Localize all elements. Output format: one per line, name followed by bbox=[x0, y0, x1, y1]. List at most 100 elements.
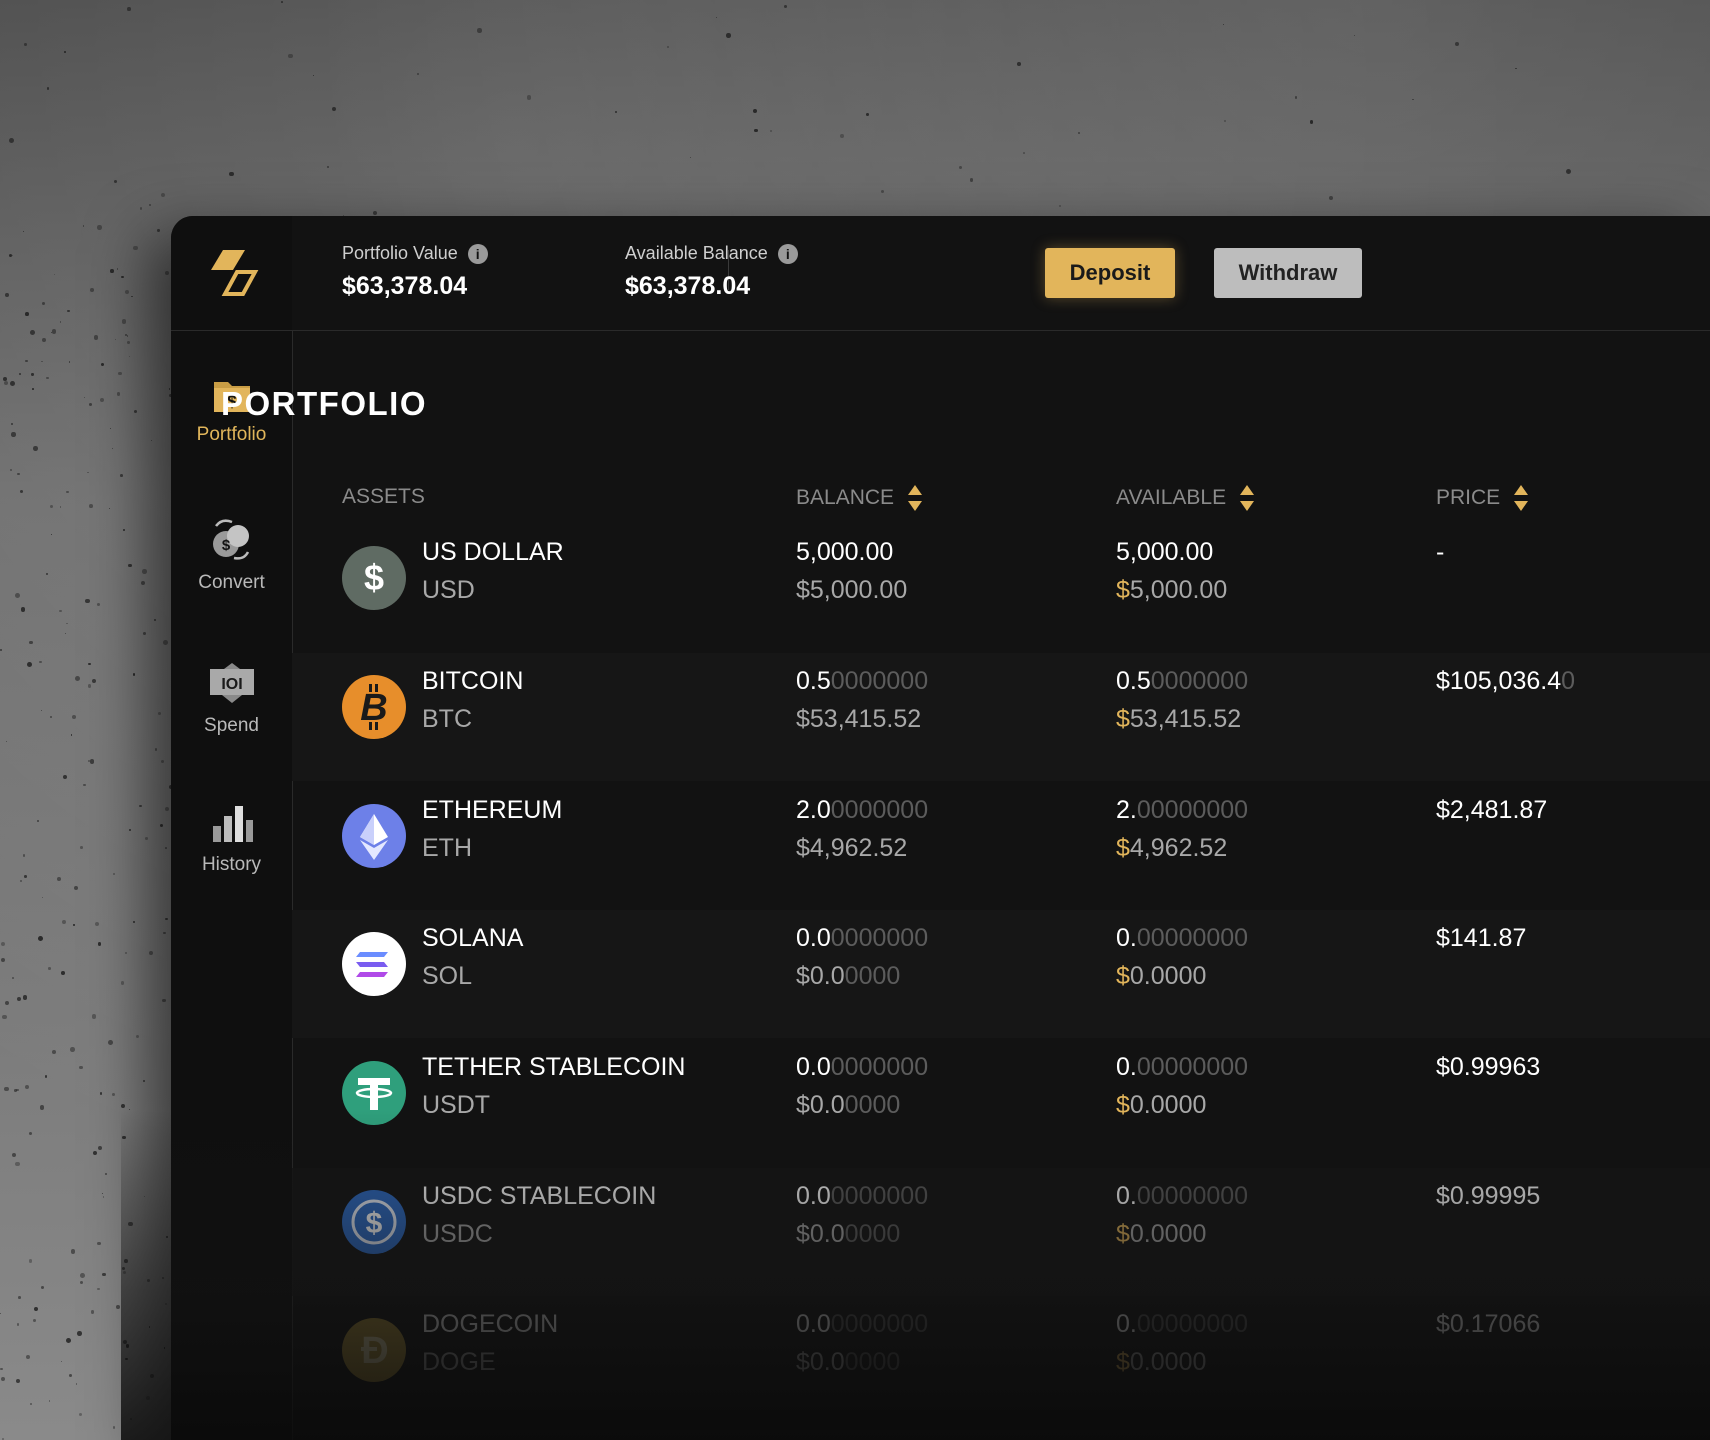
asset-icon: D bbox=[342, 1318, 406, 1382]
table-row[interactable]: $ USDC STABLECOIN USDC 0.00000000 $0.00000 0.… bbox=[292, 1168, 1710, 1296]
concrete-speck bbox=[146, 1395, 150, 1400]
concrete-speck bbox=[18, 372, 21, 375]
concrete-speck bbox=[33, 1318, 37, 1323]
usdc-icon: $ bbox=[342, 1190, 406, 1254]
concrete-speck bbox=[150, 1373, 155, 1378]
concrete-speck bbox=[145, 837, 148, 841]
concrete-speck bbox=[128, 828, 131, 832]
asset-name: US DOLLAR bbox=[422, 538, 564, 566]
concrete-speck bbox=[120, 1103, 126, 1109]
available-usd: $53,415.52 bbox=[1116, 705, 1241, 734]
concrete-speck bbox=[42, 301, 46, 305]
concrete-speck bbox=[121, 1135, 126, 1140]
column-header-assets[interactable]: ASSETS bbox=[342, 485, 425, 509]
balance-amount: 0.00000000 bbox=[796, 1053, 928, 1082]
concrete-speck bbox=[78, 1412, 82, 1416]
table-row[interactable]: B BITCOIN BTC 0.50000000 $53,415.52 0.5000000… bbox=[292, 653, 1710, 781]
balance-amount: 0.00000000 bbox=[796, 924, 928, 953]
concrete-speck bbox=[526, 95, 532, 100]
concrete-speck bbox=[109, 427, 112, 430]
price: $0.99995 bbox=[1436, 1182, 1540, 1211]
concrete-speck bbox=[1022, 152, 1025, 154]
balance-amount-main: 0.5 bbox=[796, 667, 831, 695]
concrete-speck bbox=[102, 1272, 107, 1277]
balance-usd-trailing: 0000 bbox=[844, 1091, 901, 1119]
concrete-speck bbox=[6, 740, 8, 742]
balance-amount-trailing: 0000000 bbox=[830, 1182, 929, 1210]
concrete-speck bbox=[164, 271, 169, 276]
available-usd: $0.0000 bbox=[1116, 962, 1206, 991]
concrete-speck bbox=[2, 1014, 8, 1020]
concrete-speck bbox=[62, 774, 67, 779]
concrete-speck bbox=[163, 931, 166, 935]
concrete-speck bbox=[1412, 98, 1414, 101]
concrete-speck bbox=[83, 396, 86, 399]
concrete-speck bbox=[75, 1383, 78, 1386]
concrete-speck bbox=[108, 1040, 114, 1046]
balance-usd: $5,000.00 bbox=[796, 576, 907, 605]
column-header-available[interactable]: AVAILABLE bbox=[1116, 485, 1255, 511]
concrete-speck bbox=[165, 917, 168, 920]
concrete-speck bbox=[108, 508, 111, 510]
concrete-speck bbox=[1353, 35, 1355, 37]
concrete-speck bbox=[30, 1403, 32, 1405]
concrete-speck bbox=[148, 950, 153, 955]
available-amount-trailing: 0000000 bbox=[1150, 667, 1249, 695]
concrete-speck bbox=[141, 569, 147, 574]
concrete-speck bbox=[11, 1153, 16, 1158]
logo bbox=[171, 216, 292, 331]
sort-icon[interactable] bbox=[1240, 485, 1255, 511]
concrete-speck bbox=[73, 924, 75, 926]
concrete-speck bbox=[41, 360, 44, 363]
sidebar-item-history[interactable]: History bbox=[171, 804, 292, 876]
available-usd-main: $0.0000 bbox=[1116, 1348, 1206, 1376]
deposit-button[interactable]: Deposit bbox=[1045, 248, 1175, 298]
concrete-speck bbox=[99, 1092, 102, 1095]
concrete-speck bbox=[163, 639, 169, 645]
concrete-speck bbox=[96, 602, 100, 606]
concrete-speck bbox=[132, 673, 136, 677]
available-amount-trailing: 00000000 bbox=[1136, 924, 1249, 952]
price-main: $2,481.87 bbox=[1436, 796, 1548, 824]
concrete-speck bbox=[123, 1270, 127, 1274]
concrete-speck bbox=[29, 329, 35, 335]
concrete-speck bbox=[70, 734, 73, 736]
concrete-speck bbox=[112, 1426, 116, 1429]
table-row[interactable]: SOLANA SOL 0.00000000 $0.00000 0.00000000 $0.… bbox=[292, 910, 1710, 1038]
concrete-speck bbox=[312, 74, 314, 77]
concrete-speck bbox=[64, 51, 67, 53]
concrete-speck bbox=[22, 995, 27, 1000]
column-header-price[interactable]: PRICE bbox=[1436, 485, 1529, 511]
concrete-speck bbox=[11, 432, 16, 437]
table-row[interactable]: $ US DOLLAR USD 5,000.00 $5,000.00 5,000.00 $5… bbox=[292, 524, 1710, 652]
table-row[interactable]: DDOGECOINDOGE0.00000000$0.000000.0000000… bbox=[292, 1296, 1710, 1424]
concrete-speck bbox=[12, 254, 14, 257]
asset-symbol: DOGE bbox=[422, 1348, 496, 1376]
balance-amount: 5,000.00 bbox=[796, 538, 893, 567]
concrete-speck bbox=[865, 113, 869, 116]
currency-symbol: $ bbox=[1116, 1220, 1130, 1248]
balance-usd: $0.00000 bbox=[796, 1091, 900, 1120]
info-icon[interactable]: i bbox=[777, 243, 798, 264]
concrete-speck bbox=[143, 631, 147, 635]
concrete-speck bbox=[8, 138, 14, 143]
sidebar-item-spend[interactable]: IOI Spend bbox=[171, 661, 292, 737]
table-row[interactable]: ETHEREUM ETH 2.00000000 $4,962.52 2.00000000… bbox=[292, 782, 1710, 910]
info-icon[interactable]: i bbox=[467, 243, 488, 264]
table-row[interactable]: TETHER STABLECOIN USDT 0.00000000 $0.00000 0… bbox=[292, 1039, 1710, 1167]
price-main: $141.87 bbox=[1436, 924, 1527, 952]
concrete-speck bbox=[48, 967, 51, 971]
withdraw-button[interactable]: Withdraw bbox=[1214, 248, 1362, 298]
column-header-balance[interactable]: BALANCE bbox=[796, 485, 923, 511]
concrete-speck bbox=[33, 1307, 38, 1312]
sidebar-item-convert[interactable]: $ Convert bbox=[171, 516, 292, 594]
sort-icon[interactable] bbox=[908, 485, 923, 511]
concrete-speck bbox=[42, 896, 44, 898]
concrete-speck bbox=[715, 16, 718, 18]
concrete-speck bbox=[118, 371, 122, 376]
balance-amount-trailing: 0000000 bbox=[830, 924, 929, 952]
concrete-speck bbox=[22, 230, 25, 233]
concrete-speck bbox=[2, 1437, 5, 1440]
sort-icon[interactable] bbox=[1514, 485, 1529, 511]
concrete-speck bbox=[132, 920, 135, 923]
